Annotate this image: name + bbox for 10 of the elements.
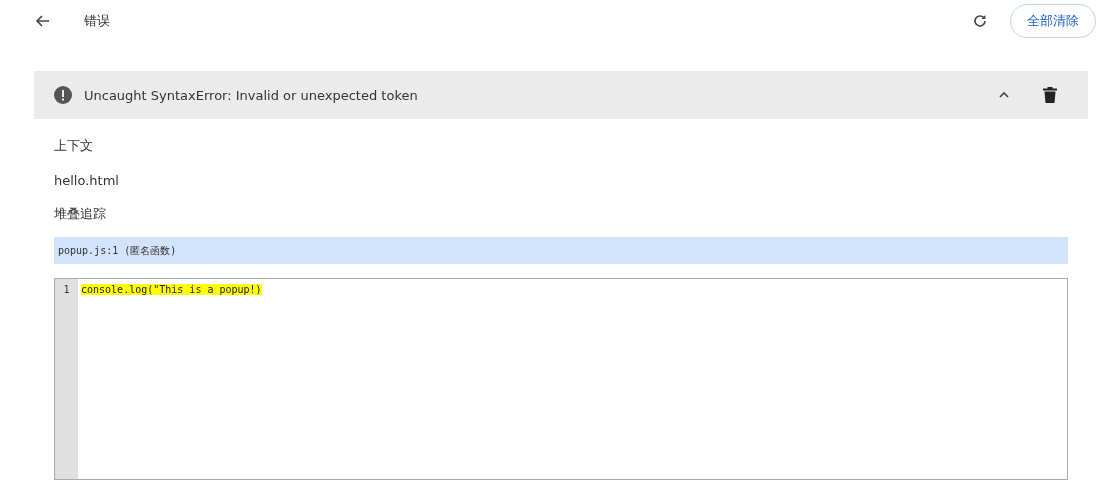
stack-frame[interactable]: popup.js:1 (匿名函数): [54, 237, 1068, 264]
stack-trace-label: 堆叠追踪: [54, 205, 107, 223]
error-header[interactable]: Uncaught SyntaxError: Invalid or unexpected token: [34, 71, 1088, 119]
line-number: 1: [62, 282, 71, 297]
error-message: Uncaught SyntaxError: Invalid or unexpected token: [84, 87, 419, 103]
context-label: 上下文: [54, 137, 94, 155]
clear-all-button[interactable]: 全部清除: [1010, 4, 1096, 38]
error-icon: [54, 86, 72, 104]
page-title: 错误: [84, 12, 111, 30]
context-value: hello.html: [54, 171, 120, 190]
